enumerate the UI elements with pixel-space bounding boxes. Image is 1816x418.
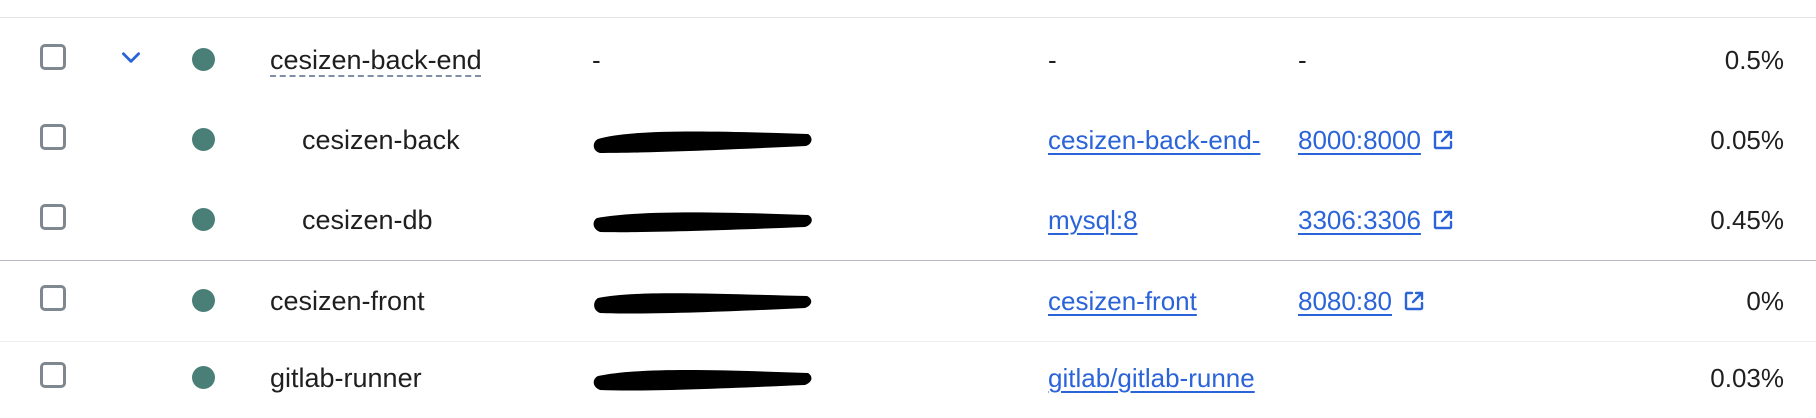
redacted-container-id xyxy=(594,293,812,314)
table-top-divider xyxy=(0,17,1816,18)
chevron-down-icon[interactable] xyxy=(118,44,144,70)
table-row[interactable]: cesizen-db mysql:8 3306:3306 0.45% xyxy=(0,180,1816,261)
container-image-link[interactable]: gitlab/gitlab-runne xyxy=(1048,363,1255,394)
status-dot-icon xyxy=(192,289,215,312)
row-select-checkbox[interactable] xyxy=(40,362,66,388)
container-port[interactable]: 3306:3306 xyxy=(1298,180,1455,260)
table-row[interactable]: cesizen-front cesizen-front 8080:80 0% xyxy=(0,261,1816,342)
container-port[interactable]: 8080:80 xyxy=(1298,261,1426,341)
cpu-usage: 0.05% xyxy=(1710,124,1784,155)
container-image-text: - xyxy=(1048,44,1057,75)
cpu-usage: 0.5% xyxy=(1724,44,1784,75)
row-select-checkbox[interactable] xyxy=(40,204,66,230)
container-port-text: - xyxy=(1298,44,1307,75)
container-name[interactable]: cesizen-front xyxy=(270,261,425,341)
row-select-checkbox[interactable] xyxy=(40,44,66,70)
container-image-link[interactable]: cesizen-front xyxy=(1048,286,1197,317)
port-link[interactable]: 8000:8000 xyxy=(1298,125,1421,156)
container-image[interactable]: mysql:8 xyxy=(1048,180,1283,260)
container-port: - xyxy=(1298,20,1307,100)
container-image[interactable]: cesizen-back-end- xyxy=(1048,100,1283,180)
container-image[interactable]: gitlab/gitlab-runne xyxy=(1048,338,1283,418)
redacted-container-id xyxy=(593,370,812,391)
container-port[interactable]: 8000:8000 xyxy=(1298,100,1455,180)
container-id: - xyxy=(592,44,601,75)
external-link-icon[interactable] xyxy=(1431,128,1455,152)
external-link-icon[interactable] xyxy=(1431,208,1455,232)
port-link[interactable]: 8080:80 xyxy=(1298,286,1392,317)
cpu-usage: 0.03% xyxy=(1710,362,1784,393)
container-image[interactable]: cesizen-front xyxy=(1048,261,1283,341)
port-link[interactable]: 3306:3306 xyxy=(1298,205,1421,236)
container-image-link[interactable]: mysql:8 xyxy=(1048,205,1138,236)
container-name[interactable]: gitlab-runner xyxy=(270,338,422,418)
cpu-usage: 0% xyxy=(1746,285,1784,316)
row-select-checkbox[interactable] xyxy=(40,124,66,150)
container-image: - xyxy=(1048,20,1283,100)
status-dot-icon xyxy=(192,48,215,71)
row-select-checkbox[interactable] xyxy=(40,285,66,311)
redacted-container-id xyxy=(593,212,812,233)
table-row[interactable]: cesizen-back cesizen-back-end- 8000:8000… xyxy=(0,100,1816,180)
external-link-icon[interactable] xyxy=(1402,289,1426,313)
cpu-usage: 0.45% xyxy=(1710,204,1784,235)
container-name[interactable]: cesizen-db xyxy=(302,180,433,260)
status-dot-icon xyxy=(192,208,215,231)
container-image-link[interactable]: cesizen-back-end- xyxy=(1048,125,1260,156)
table-row[interactable]: gitlab-runner gitlab/gitlab-runne 0.03% xyxy=(0,338,1816,418)
table-row[interactable]: cesizen-back-end - - - 0.5% xyxy=(0,20,1816,100)
container-name[interactable]: cesizen-back xyxy=(302,100,460,180)
redacted-container-id xyxy=(593,131,812,153)
status-dot-icon xyxy=(192,366,215,389)
status-dot-icon xyxy=(192,128,215,151)
container-name[interactable]: cesizen-back-end xyxy=(270,20,482,100)
